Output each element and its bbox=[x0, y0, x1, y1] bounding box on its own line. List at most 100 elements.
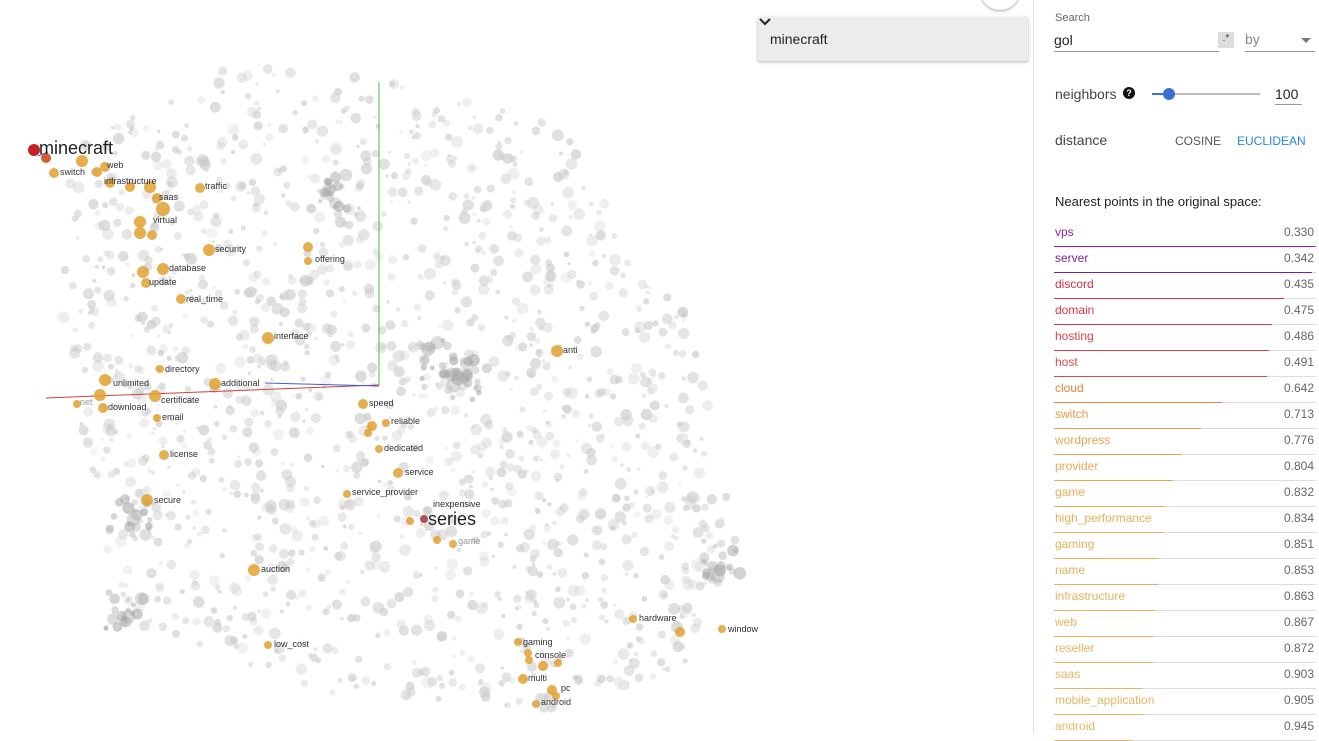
cloud-point[interactable] bbox=[265, 661, 272, 668]
cloud-point[interactable] bbox=[627, 502, 635, 510]
cloud-point[interactable] bbox=[303, 453, 313, 462]
cloud-point[interactable] bbox=[118, 617, 129, 627]
nearest-point-row[interactable]: domain 0.475 bbox=[1054, 299, 1316, 325]
cloud-point[interactable] bbox=[518, 455, 525, 462]
cloud-point[interactable] bbox=[315, 393, 324, 401]
highlighted-point[interactable] bbox=[303, 242, 313, 252]
cloud-point[interactable] bbox=[79, 422, 84, 426]
cloud-point[interactable] bbox=[351, 676, 355, 681]
cloud-point[interactable] bbox=[378, 560, 391, 573]
cloud-point[interactable] bbox=[350, 112, 361, 124]
cloud-point[interactable] bbox=[462, 566, 473, 576]
cloud-point[interactable] bbox=[151, 304, 159, 312]
cloud-point[interactable] bbox=[636, 467, 641, 471]
cloud-point[interactable] bbox=[253, 193, 265, 205]
cloud-point[interactable] bbox=[589, 291, 599, 301]
cloud-point[interactable] bbox=[234, 356, 246, 368]
cloud-point[interactable] bbox=[581, 572, 590, 580]
cloud-point[interactable] bbox=[565, 387, 578, 400]
cloud-point[interactable] bbox=[552, 439, 561, 448]
cloud-point[interactable] bbox=[467, 599, 478, 611]
cloud-point[interactable] bbox=[585, 598, 589, 603]
cloud-point[interactable] bbox=[479, 205, 487, 213]
cloud-point[interactable] bbox=[263, 210, 269, 215]
cloud-point[interactable] bbox=[496, 467, 507, 478]
cloud-point[interactable] bbox=[244, 92, 252, 100]
cloud-point[interactable] bbox=[578, 488, 588, 497]
cloud-point[interactable] bbox=[624, 259, 632, 267]
cloud-point[interactable] bbox=[71, 215, 79, 222]
cloud-point[interactable] bbox=[319, 241, 325, 247]
cloud-point[interactable] bbox=[318, 198, 323, 204]
cloud-point[interactable] bbox=[475, 602, 488, 615]
nearest-point-row[interactable]: mobile_application 0.905 bbox=[1054, 689, 1316, 715]
cloud-point[interactable] bbox=[455, 589, 465, 599]
cloud-point[interactable] bbox=[308, 519, 317, 528]
cloud-point[interactable] bbox=[78, 308, 84, 314]
cloud-point[interactable] bbox=[598, 558, 606, 566]
cloud-point[interactable] bbox=[550, 202, 554, 206]
cloud-point[interactable] bbox=[176, 149, 183, 155]
cloud-point[interactable] bbox=[633, 511, 641, 519]
cloud-point[interactable] bbox=[519, 406, 526, 413]
cloud-point[interactable] bbox=[312, 227, 320, 235]
highlighted-point[interactable] bbox=[49, 168, 59, 178]
cloud-point[interactable] bbox=[698, 519, 707, 529]
cloud-point[interactable] bbox=[499, 460, 508, 469]
cloud-point[interactable] bbox=[419, 354, 430, 366]
cloud-point[interactable] bbox=[522, 271, 534, 283]
cloud-point[interactable] bbox=[497, 597, 502, 601]
cloud-point[interactable] bbox=[539, 458, 543, 462]
cloud-point[interactable] bbox=[88, 321, 95, 329]
cloud-point[interactable] bbox=[420, 364, 427, 371]
cloud-point[interactable] bbox=[541, 497, 547, 503]
cloud-point[interactable] bbox=[730, 535, 740, 545]
cloud-point[interactable] bbox=[428, 120, 437, 129]
highlighted-point[interactable] bbox=[514, 638, 522, 646]
cloud-point[interactable] bbox=[172, 346, 179, 352]
cloud-point[interactable] bbox=[313, 496, 321, 504]
cloud-point[interactable] bbox=[147, 618, 153, 624]
cloud-point[interactable] bbox=[81, 366, 88, 373]
highlighted-point[interactable] bbox=[532, 700, 540, 708]
cloud-point[interactable] bbox=[567, 262, 571, 266]
cloud-point[interactable] bbox=[530, 470, 542, 482]
cloud-point[interactable] bbox=[285, 67, 296, 78]
highlighted-point[interactable] bbox=[141, 494, 153, 506]
cloud-point[interactable] bbox=[275, 89, 281, 94]
cloud-point[interactable] bbox=[235, 395, 245, 404]
cloud-point[interactable] bbox=[590, 346, 602, 358]
cloud-point[interactable] bbox=[298, 297, 307, 306]
cloud-point[interactable] bbox=[236, 455, 241, 460]
cloud-point[interactable] bbox=[341, 342, 345, 347]
cloud-point[interactable] bbox=[289, 463, 294, 467]
cloud-point[interactable] bbox=[463, 193, 470, 200]
cloud-point[interactable] bbox=[332, 444, 341, 453]
cloud-point[interactable] bbox=[397, 187, 408, 198]
cloud-point[interactable] bbox=[732, 547, 738, 554]
cloud-point[interactable] bbox=[481, 509, 491, 519]
cloud-point[interactable] bbox=[600, 574, 608, 582]
cloud-point[interactable] bbox=[470, 263, 480, 273]
cloud-point[interactable] bbox=[321, 154, 331, 164]
cloud-point[interactable] bbox=[471, 470, 475, 474]
cloud-point[interactable] bbox=[332, 159, 339, 166]
cloud-point[interactable] bbox=[345, 579, 350, 585]
cloud-point[interactable] bbox=[69, 282, 77, 290]
cloud-point[interactable] bbox=[299, 497, 310, 507]
cloud-point[interactable] bbox=[402, 505, 415, 518]
cloud-point[interactable] bbox=[255, 470, 267, 481]
cloud-point[interactable] bbox=[413, 303, 422, 311]
cloud-point[interactable] bbox=[562, 619, 570, 627]
cloud-point[interactable] bbox=[697, 380, 709, 391]
nearest-point-row[interactable]: host 0.491 bbox=[1054, 351, 1316, 377]
cloud-point[interactable] bbox=[176, 483, 180, 487]
cloud-point[interactable] bbox=[360, 150, 372, 162]
cloud-point[interactable] bbox=[634, 673, 644, 683]
cloud-point[interactable] bbox=[650, 650, 658, 657]
cloud-point[interactable] bbox=[490, 487, 494, 491]
cloud-point[interactable] bbox=[657, 630, 667, 639]
cloud-point[interactable] bbox=[504, 702, 512, 709]
cloud-point[interactable] bbox=[678, 421, 690, 433]
cloud-point[interactable] bbox=[682, 439, 691, 449]
